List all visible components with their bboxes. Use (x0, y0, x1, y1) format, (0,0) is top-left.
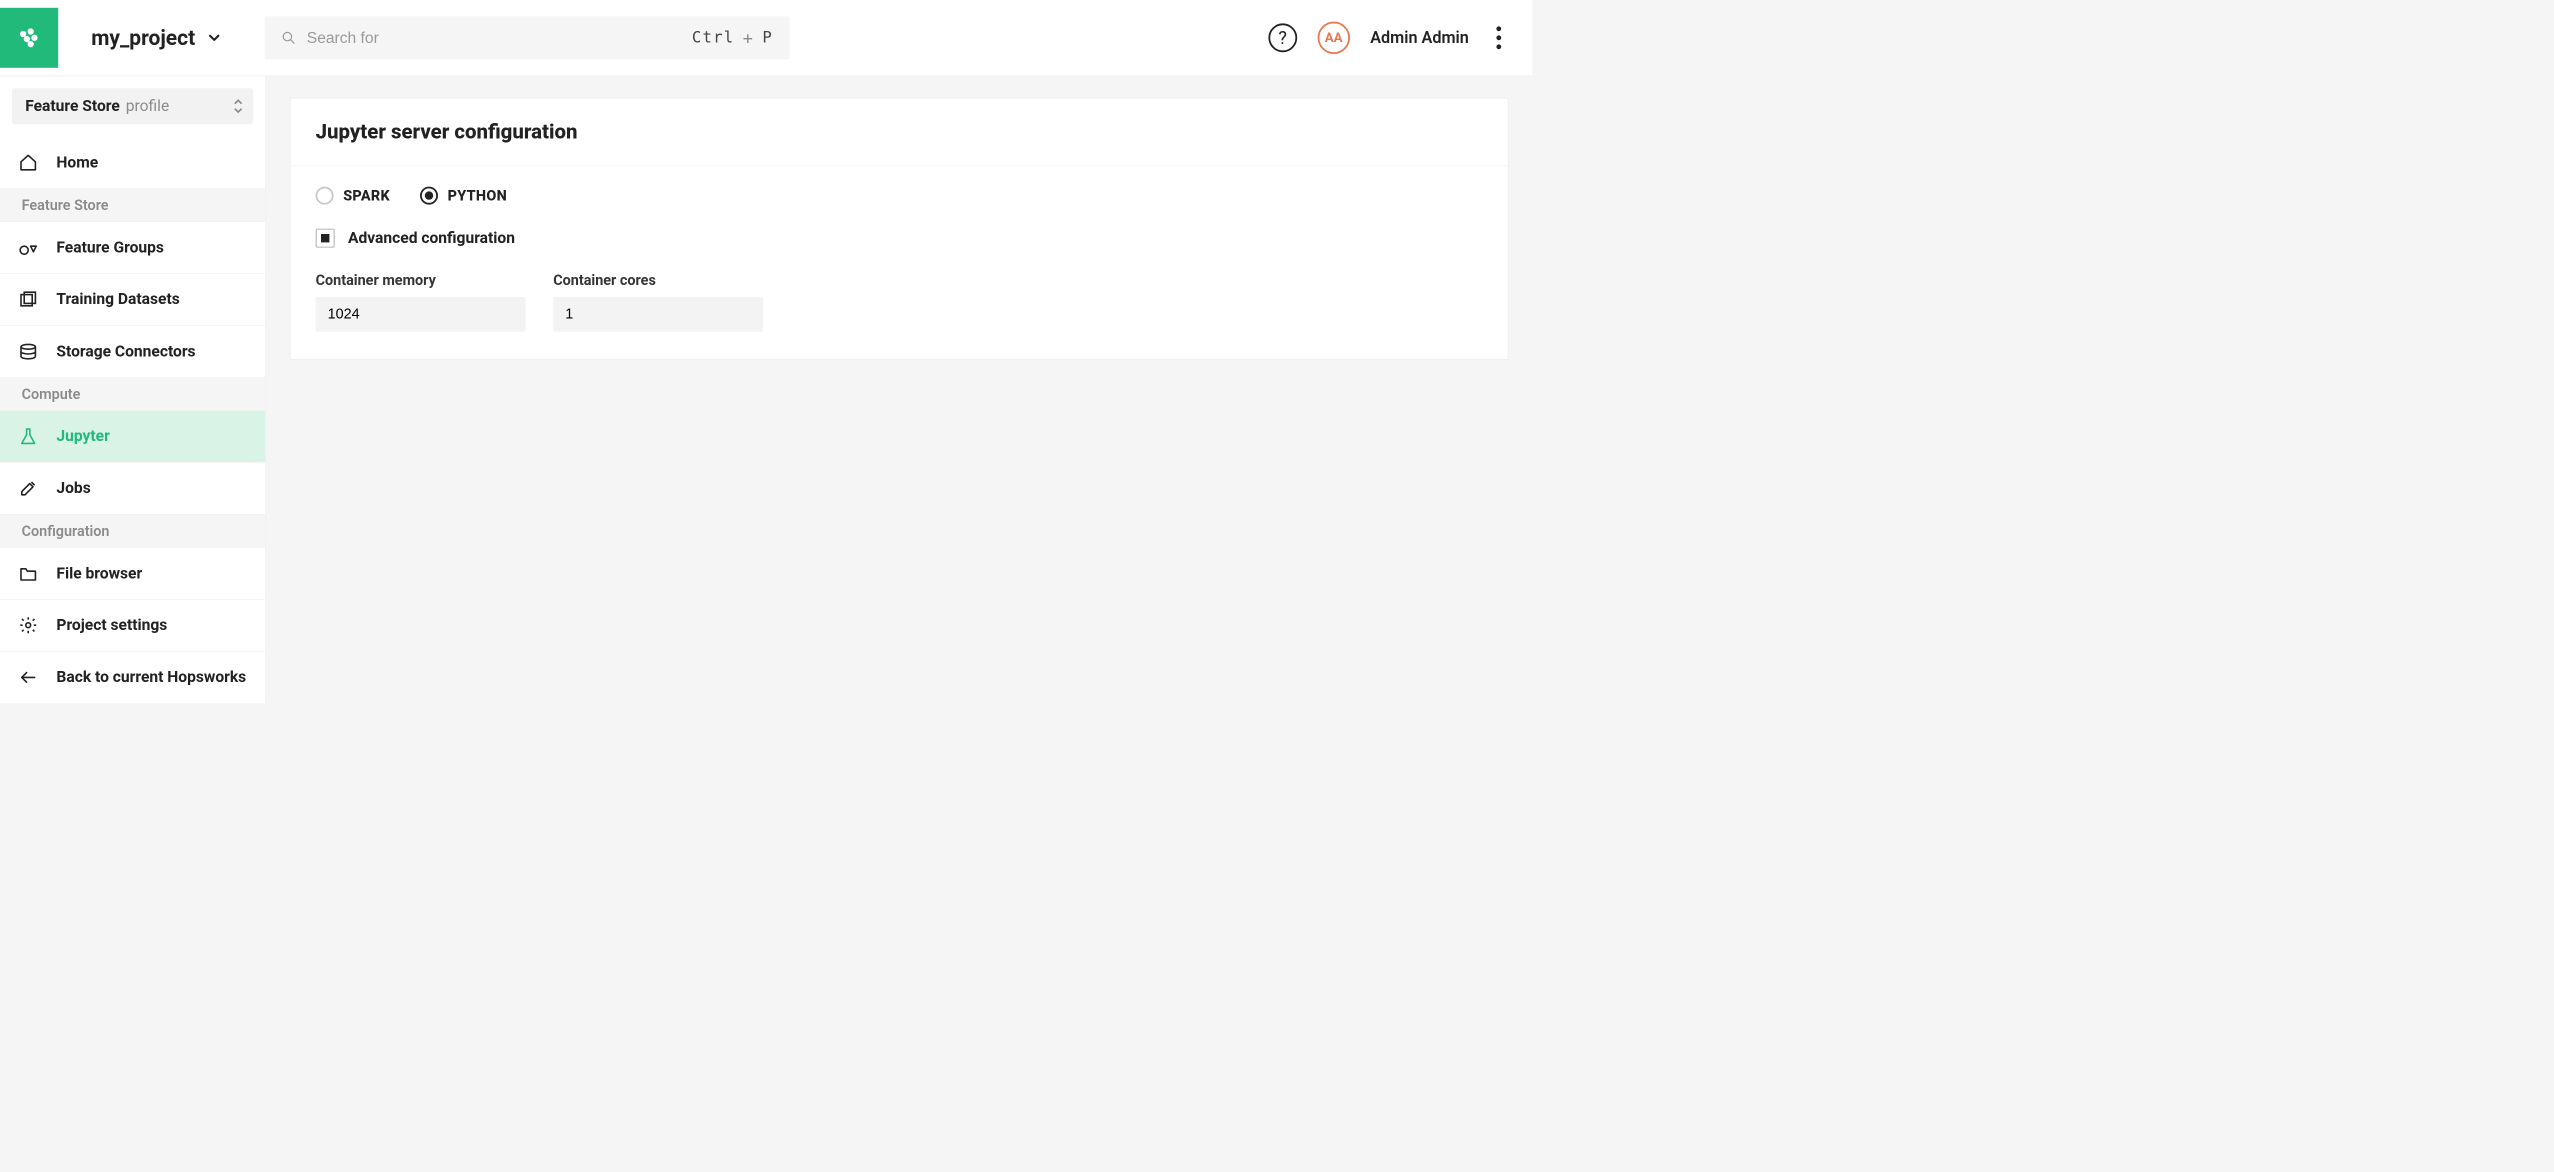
radio-icon (420, 187, 438, 205)
container-cores-field: Container cores (553, 272, 763, 332)
container-cores-input[interactable] (553, 297, 763, 332)
checkbox-label: Advanced configuration (348, 229, 515, 247)
feature-store-selector[interactable]: Feature Store profile (12, 88, 253, 124)
project-name: my_project (91, 26, 195, 51)
storage-icon (18, 341, 38, 361)
hammer-icon (18, 478, 38, 498)
search-input[interactable] (307, 29, 692, 48)
sidebar-item-label: Feature Groups (56, 239, 164, 257)
search-shortcut: Ctrl + P (692, 28, 773, 48)
advanced-config-row: Advanced configuration (316, 229, 1483, 248)
sidebar-section-feature-store: Feature Store (0, 188, 265, 221)
radio-spark[interactable]: SPARK (316, 187, 390, 205)
sidebar-item-back[interactable]: Back to current Hopsworks (0, 651, 265, 703)
field-label: Container cores (553, 272, 763, 289)
sidebar-item-project-settings[interactable]: Project settings (0, 599, 265, 651)
container-memory-field: Container memory (316, 272, 526, 332)
chevron-down-icon (206, 29, 223, 46)
sidebar-section-compute: Compute (0, 377, 265, 410)
sidebar-item-label: Jobs (56, 480, 90, 498)
sidebar-item-jupyter[interactable]: Jupyter (0, 410, 265, 462)
runtime-radio-group: SPARK PYTHON (316, 187, 1483, 205)
sidebar-section-configuration: Configuration (0, 514, 265, 547)
flask-icon (18, 426, 38, 446)
sidebar-item-label: Storage Connectors (56, 343, 195, 361)
main-content: Jupyter server configuration SPARK PYTHO… (266, 76, 1533, 703)
container-memory-input[interactable] (316, 297, 526, 332)
topbar-right: ? AA Admin Admin (1268, 22, 1532, 54)
search-bar[interactable]: Ctrl + P (265, 16, 790, 59)
sidebar-item-feature-groups[interactable]: Feature Groups (0, 221, 265, 273)
arrow-left-icon (18, 667, 38, 687)
sidebar-item-home[interactable]: Home (0, 136, 265, 188)
plus-icon: + (743, 28, 754, 48)
sidebar-item-jobs[interactable]: Jobs (0, 462, 265, 514)
logo-icon (17, 25, 42, 50)
sidebar-item-storage-connectors[interactable]: Storage Connectors (0, 325, 265, 377)
app-logo[interactable] (0, 8, 58, 68)
sidebar: Feature Store profile Home Feature Store… (0, 76, 266, 703)
page-title: Jupyter server configuration (290, 98, 1507, 166)
user-name-label: Admin Admin (1370, 28, 1469, 47)
gear-icon (18, 615, 38, 635)
sort-icon (234, 98, 242, 115)
user-avatar[interactable]: AA (1317, 22, 1349, 54)
project-switcher[interactable]: my_project (91, 26, 223, 51)
config-panel: Jupyter server configuration SPARK PYTHO… (290, 98, 1509, 360)
sidebar-item-label: Home (56, 153, 98, 171)
search-icon (282, 31, 296, 45)
advanced-config-checkbox[interactable] (316, 229, 335, 248)
radio-label: PYTHON (448, 187, 507, 204)
folder-icon (18, 563, 38, 583)
help-button[interactable]: ? (1268, 23, 1297, 52)
sidebar-item-label: Training Datasets (56, 291, 179, 309)
radio-label: SPARK (343, 187, 390, 204)
sidebar-item-label: Back to current Hopsworks (56, 668, 246, 686)
more-menu-button[interactable] (1489, 22, 1508, 54)
radio-python[interactable]: PYTHON (420, 187, 507, 205)
training-datasets-icon (18, 289, 38, 309)
home-icon (18, 152, 38, 172)
question-icon: ? (1278, 27, 1287, 48)
radio-icon (316, 187, 334, 205)
sidebar-item-training-datasets[interactable]: Training Datasets (0, 273, 265, 325)
topbar: my_project Ctrl + P ? AA Admin Admin (0, 0, 1532, 76)
feature-groups-icon (18, 237, 38, 257)
sidebar-item-file-browser[interactable]: File browser (0, 547, 265, 599)
field-label: Container memory (316, 272, 526, 289)
sidebar-item-label: File browser (56, 564, 142, 582)
sidebar-item-label: Jupyter (56, 427, 109, 445)
sidebar-item-label: Project settings (56, 616, 167, 634)
